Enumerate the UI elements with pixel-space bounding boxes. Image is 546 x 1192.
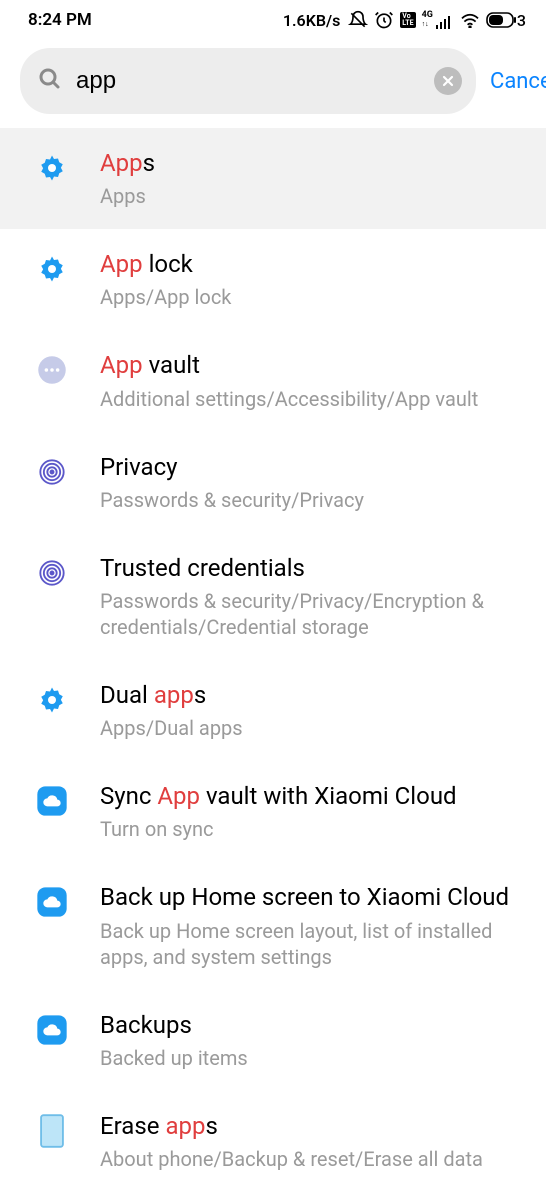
result-item[interactable]: Backups Backed up items: [0, 990, 546, 1091]
result-texts: Apps Apps: [100, 148, 534, 209]
clear-icon[interactable]: [434, 67, 462, 95]
result-item[interactable]: Apps Apps: [0, 128, 546, 229]
fingerprint-icon: [36, 456, 68, 488]
battery-icon: 3: [486, 11, 526, 30]
gear-icon: [36, 684, 68, 716]
search-icon: [38, 67, 62, 95]
cloud-icon: [36, 1014, 68, 1046]
result-texts: Privacy Passwords & security/Privacy: [100, 452, 534, 513]
dnd-icon: [348, 10, 368, 30]
result-subtitle: Apps/Dual apps: [100, 715, 534, 741]
cloud-icon: [36, 785, 68, 817]
result-item[interactable]: Sync App vault with Xiaomi Cloud Turn on …: [0, 761, 546, 862]
status-right: 1.6KB/s VoLTE 4G↑↓ 3: [283, 10, 526, 30]
result-title: Privacy: [100, 452, 534, 483]
result-item[interactable]: App vault Additional settings/Accessibili…: [0, 330, 546, 431]
wifi-icon: [460, 12, 480, 28]
result-texts: Backups Backed up items: [100, 1010, 534, 1071]
status-time: 8:24 PM: [28, 10, 92, 30]
result-subtitle: Passwords & security/Privacy: [100, 487, 534, 513]
result-title: App lock: [100, 249, 534, 280]
result-subtitle: Turn on sync: [100, 816, 534, 842]
result-texts: Back up Home screen to Xiaomi Cloud Back …: [100, 882, 534, 969]
result-subtitle: About phone/Backup & reset/Erase all dat…: [100, 1146, 534, 1172]
result-subtitle: Passwords & security/Privacy/Encryption …: [100, 588, 534, 640]
more-icon: [36, 354, 68, 386]
result-subtitle: Backed up items: [100, 1045, 534, 1071]
result-texts: App vault Additional settings/Accessibili…: [100, 350, 534, 411]
result-subtitle: Apps: [100, 183, 534, 209]
result-title: Erase apps: [100, 1111, 534, 1142]
result-texts: App lock Apps/App lock: [100, 249, 534, 310]
result-item[interactable]: Trusted credentials Passwords & security/…: [0, 533, 546, 660]
result-item[interactable]: Back up Home screen to Xiaomi Cloud Back …: [0, 862, 546, 989]
status-bar: 8:24 PM 1.6KB/s VoLTE 4G↑↓ 3: [0, 0, 546, 34]
result-title: App vault: [100, 350, 534, 381]
status-speed: 1.6KB/s: [283, 11, 340, 30]
result-title: Trusted credentials: [100, 553, 534, 584]
result-item[interactable]: Dual apps Apps/Dual apps: [0, 660, 546, 761]
alarm-icon: [374, 10, 394, 30]
result-title: Apps: [100, 148, 534, 179]
result-title: Backups: [100, 1010, 534, 1041]
result-title: Back up Home screen to Xiaomi Cloud: [100, 882, 534, 913]
result-texts: Erase apps About phone/Backup & reset/Era…: [100, 1111, 534, 1172]
result-item[interactable]: App lock Apps/App lock: [0, 229, 546, 330]
result-item[interactable]: Erase apps About phone/Backup & reset/Era…: [0, 1091, 546, 1192]
search-results: Apps Apps App lock Apps/App lock App vault Ad…: [0, 128, 546, 1192]
result-texts: Trusted credentials Passwords & security/…: [100, 553, 534, 640]
result-item[interactable]: Privacy Passwords & security/Privacy: [0, 432, 546, 533]
search-input[interactable]: [76, 67, 434, 95]
cancel-button[interactable]: Cancel: [490, 69, 546, 94]
fingerprint-icon: [36, 557, 68, 589]
search-row: Cancel: [0, 34, 546, 128]
network-icon: 4G↑↓: [422, 11, 454, 29]
result-texts: Dual apps Apps/Dual apps: [100, 680, 534, 741]
gear-icon: [36, 152, 68, 184]
result-texts: Sync App vault with Xiaomi Cloud Turn on …: [100, 781, 534, 842]
cloud-icon: [36, 886, 68, 918]
result-subtitle: Back up Home screen layout, list of inst…: [100, 918, 534, 970]
result-title: Dual apps: [100, 680, 534, 711]
result-subtitle: Apps/App lock: [100, 284, 534, 310]
phone-icon: [36, 1115, 68, 1147]
volte-icon: VoLTE: [400, 12, 415, 28]
search-box[interactable]: [20, 48, 476, 114]
result-subtitle: Additional settings/Accessibility/App va…: [100, 386, 534, 412]
result-title: Sync App vault with Xiaomi Cloud: [100, 781, 534, 812]
gear-icon: [36, 253, 68, 285]
